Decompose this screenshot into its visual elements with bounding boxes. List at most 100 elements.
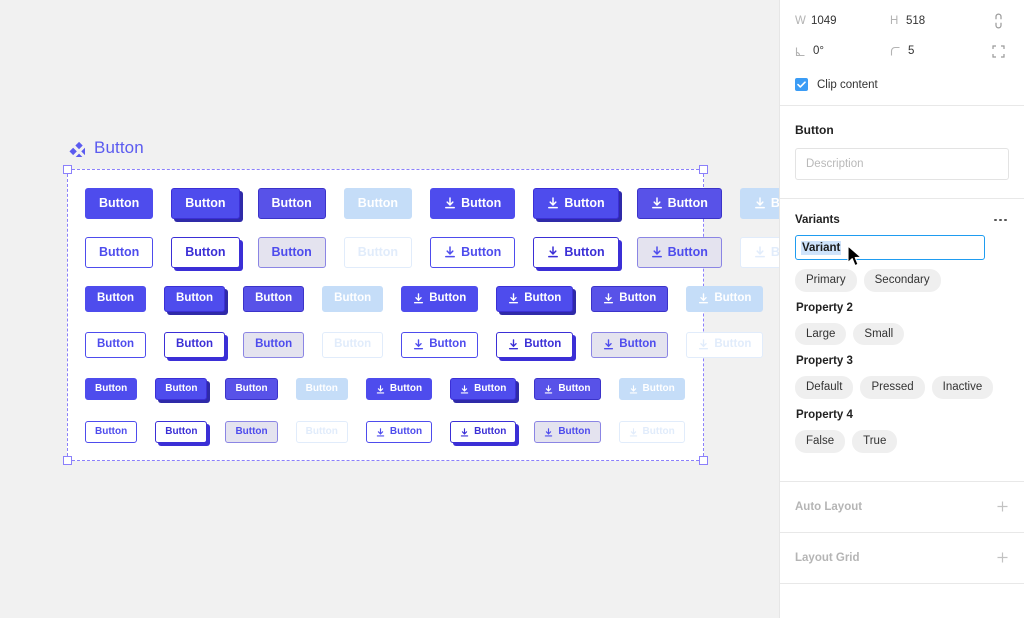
button-variant-fill-hover[interactable]: Button	[258, 188, 326, 219]
constrain-proportions-icon[interactable]	[987, 12, 1009, 30]
layout-grid-label: Layout Grid	[795, 552, 860, 564]
variants-title: Variants	[795, 214, 840, 226]
variant-value-chip[interactable]: Pressed	[860, 376, 924, 399]
button-variant-out-default[interactable]: Button	[85, 332, 146, 358]
button-variant-out-hover[interactable]: Button	[225, 421, 277, 443]
button-variant-fill-inactive[interactable]: Button	[322, 286, 383, 312]
layout-grid-section[interactable]: Layout Grid	[780, 533, 1024, 583]
variant-property-block: Property 2 Large Small	[795, 302, 1009, 346]
variant-value-chips: Default Pressed Inactive	[795, 376, 1009, 399]
button-variant-fill-hover[interactable]: Button	[225, 378, 277, 400]
button-variant-fill-pressed-icon[interactable]: Button	[450, 378, 516, 400]
button-variant-out-inactive-icon[interactable]: Button	[740, 237, 779, 268]
button-variant-fill-hover[interactable]: Button	[243, 286, 304, 312]
button-variant-out-hover[interactable]: Button	[243, 332, 304, 358]
download-icon	[376, 385, 385, 394]
button-variant-out-hover[interactable]: Button	[258, 237, 326, 268]
variant-value-chip[interactable]: False	[795, 430, 845, 453]
variant-value-chip[interactable]: True	[852, 430, 897, 453]
variant-value-chip[interactable]: Inactive	[932, 376, 994, 399]
variant-value-chips: Primary Secondary	[795, 269, 1009, 292]
plus-icon[interactable]	[996, 551, 1009, 564]
auto-layout-section[interactable]: Auto Layout	[780, 482, 1024, 532]
button-variant-out-pressed-icon[interactable]: Button	[496, 332, 573, 358]
plus-icon[interactable]	[996, 500, 1009, 513]
variant-property-name[interactable]: Property 3	[796, 355, 1009, 367]
button-variant-out-inactive-icon[interactable]: Button	[619, 421, 685, 443]
variant-property-name[interactable]: Property 2	[796, 302, 1009, 314]
button-variant-fill-hover-icon[interactable]: Button	[591, 286, 668, 312]
button-variant-out-hover-icon[interactable]: Button	[591, 332, 668, 358]
variants-section: Variants Variant Primary Secondary Property…	[780, 199, 1024, 481]
button-label: Button	[165, 427, 197, 437]
button-variant-fill-inactive[interactable]: Button	[296, 378, 348, 400]
rotation-field[interactable]: 0°	[795, 43, 890, 59]
clip-content-checkbox[interactable]	[795, 78, 808, 91]
button-variant-out-inactive[interactable]: Button	[296, 421, 348, 443]
variant-value-chip[interactable]: Primary	[795, 269, 857, 292]
variant-value-chip[interactable]: Small	[853, 323, 904, 346]
button-variant-fill-inactive-icon[interactable]: Button	[686, 286, 763, 312]
variant-property-name-input[interactable]: Variant	[795, 235, 985, 260]
button-label: Button	[165, 384, 197, 394]
button-variant-out-default-icon[interactable]: Button	[366, 421, 432, 443]
button-variant-fill-hover-icon[interactable]: Button	[534, 378, 600, 400]
size-row: W 1049 H 518	[795, 6, 1009, 36]
width-field[interactable]: W 1049	[795, 15, 890, 27]
download-icon	[547, 197, 559, 209]
variant-property-name: Variant	[801, 241, 841, 255]
more-options-icon[interactable]	[992, 215, 1009, 226]
download-icon	[603, 339, 614, 350]
button-label: Button	[429, 339, 466, 351]
clip-content-row[interactable]: Clip content	[780, 76, 1024, 105]
button-variant-out-default-icon[interactable]: Button	[401, 332, 478, 358]
button-label: Button	[524, 339, 561, 351]
button-variant-out-pressed[interactable]: Button	[164, 332, 225, 358]
button-variant-fill-hover-icon[interactable]: Button	[637, 188, 722, 219]
variant-value-chip[interactable]: Default	[795, 376, 853, 399]
button-variant-fill-inactive[interactable]: Button	[344, 188, 412, 219]
independent-corners-icon[interactable]	[987, 42, 1009, 60]
button-variant-out-default[interactable]: Button	[85, 237, 153, 268]
button-variant-fill-pressed-icon[interactable]: Button	[496, 286, 573, 312]
button-variant-out-inactive-icon[interactable]: Button	[686, 332, 763, 358]
button-variant-row: Button Button Button Button Button Button Butt…	[85, 378, 685, 400]
button-variant-out-pressed-icon[interactable]: Button	[450, 421, 516, 443]
button-variant-fill-default[interactable]: Button	[85, 286, 146, 312]
variant-value-chip[interactable]: Large	[795, 323, 846, 346]
download-icon	[629, 428, 638, 437]
button-variant-fill-pressed[interactable]: Button	[164, 286, 225, 312]
button-variant-fill-default[interactable]: Button	[85, 188, 153, 219]
button-variant-fill-pressed[interactable]: Button	[155, 378, 207, 400]
button-variant-out-hover-icon[interactable]: Button	[637, 237, 722, 268]
button-variant-out-hover-icon[interactable]: Button	[534, 421, 600, 443]
height-field[interactable]: H 518	[890, 15, 985, 27]
button-variant-out-pressed[interactable]: Button	[171, 237, 239, 268]
variant-property-name[interactable]: Property 4	[796, 409, 1009, 421]
width-label: W	[795, 15, 811, 27]
button-variant-row: Button Button Button Button Button Button Butt…	[85, 237, 779, 268]
button-label: Button	[176, 339, 213, 351]
button-variant-out-inactive[interactable]: Button	[344, 237, 412, 268]
button-variant-fill-pressed-icon[interactable]: Button	[533, 188, 618, 219]
button-label: Button	[99, 246, 139, 259]
download-icon	[413, 293, 424, 304]
button-variant-row: Button Button Button Button Button Button Butt…	[85, 421, 685, 443]
button-variant-fill-default[interactable]: Button	[85, 378, 137, 400]
variant-value-chip[interactable]: Secondary	[864, 269, 941, 292]
design-canvas[interactable]: Button ButtonButtonButtonButtonButtonBut…	[0, 0, 779, 618]
button-variant-out-default-icon[interactable]: Button	[430, 237, 515, 268]
download-icon	[376, 428, 385, 437]
button-variant-fill-pressed[interactable]: Button	[171, 188, 239, 219]
button-variant-fill-default-icon[interactable]: Button	[430, 188, 515, 219]
button-variant-fill-inactive-icon[interactable]: Button	[619, 378, 685, 400]
button-variant-out-inactive[interactable]: Button	[322, 332, 383, 358]
button-variant-fill-default-icon[interactable]: Button	[366, 378, 432, 400]
corner-radius-field[interactable]: 5	[890, 43, 985, 59]
description-input[interactable]	[795, 148, 1009, 180]
button-variant-fill-inactive-icon[interactable]: Button	[740, 188, 779, 219]
button-variant-fill-default-icon[interactable]: Button	[401, 286, 478, 312]
button-variant-out-pressed-icon[interactable]: Button	[533, 237, 618, 268]
button-variant-out-pressed[interactable]: Button	[155, 421, 207, 443]
button-variant-out-default[interactable]: Button	[85, 421, 137, 443]
